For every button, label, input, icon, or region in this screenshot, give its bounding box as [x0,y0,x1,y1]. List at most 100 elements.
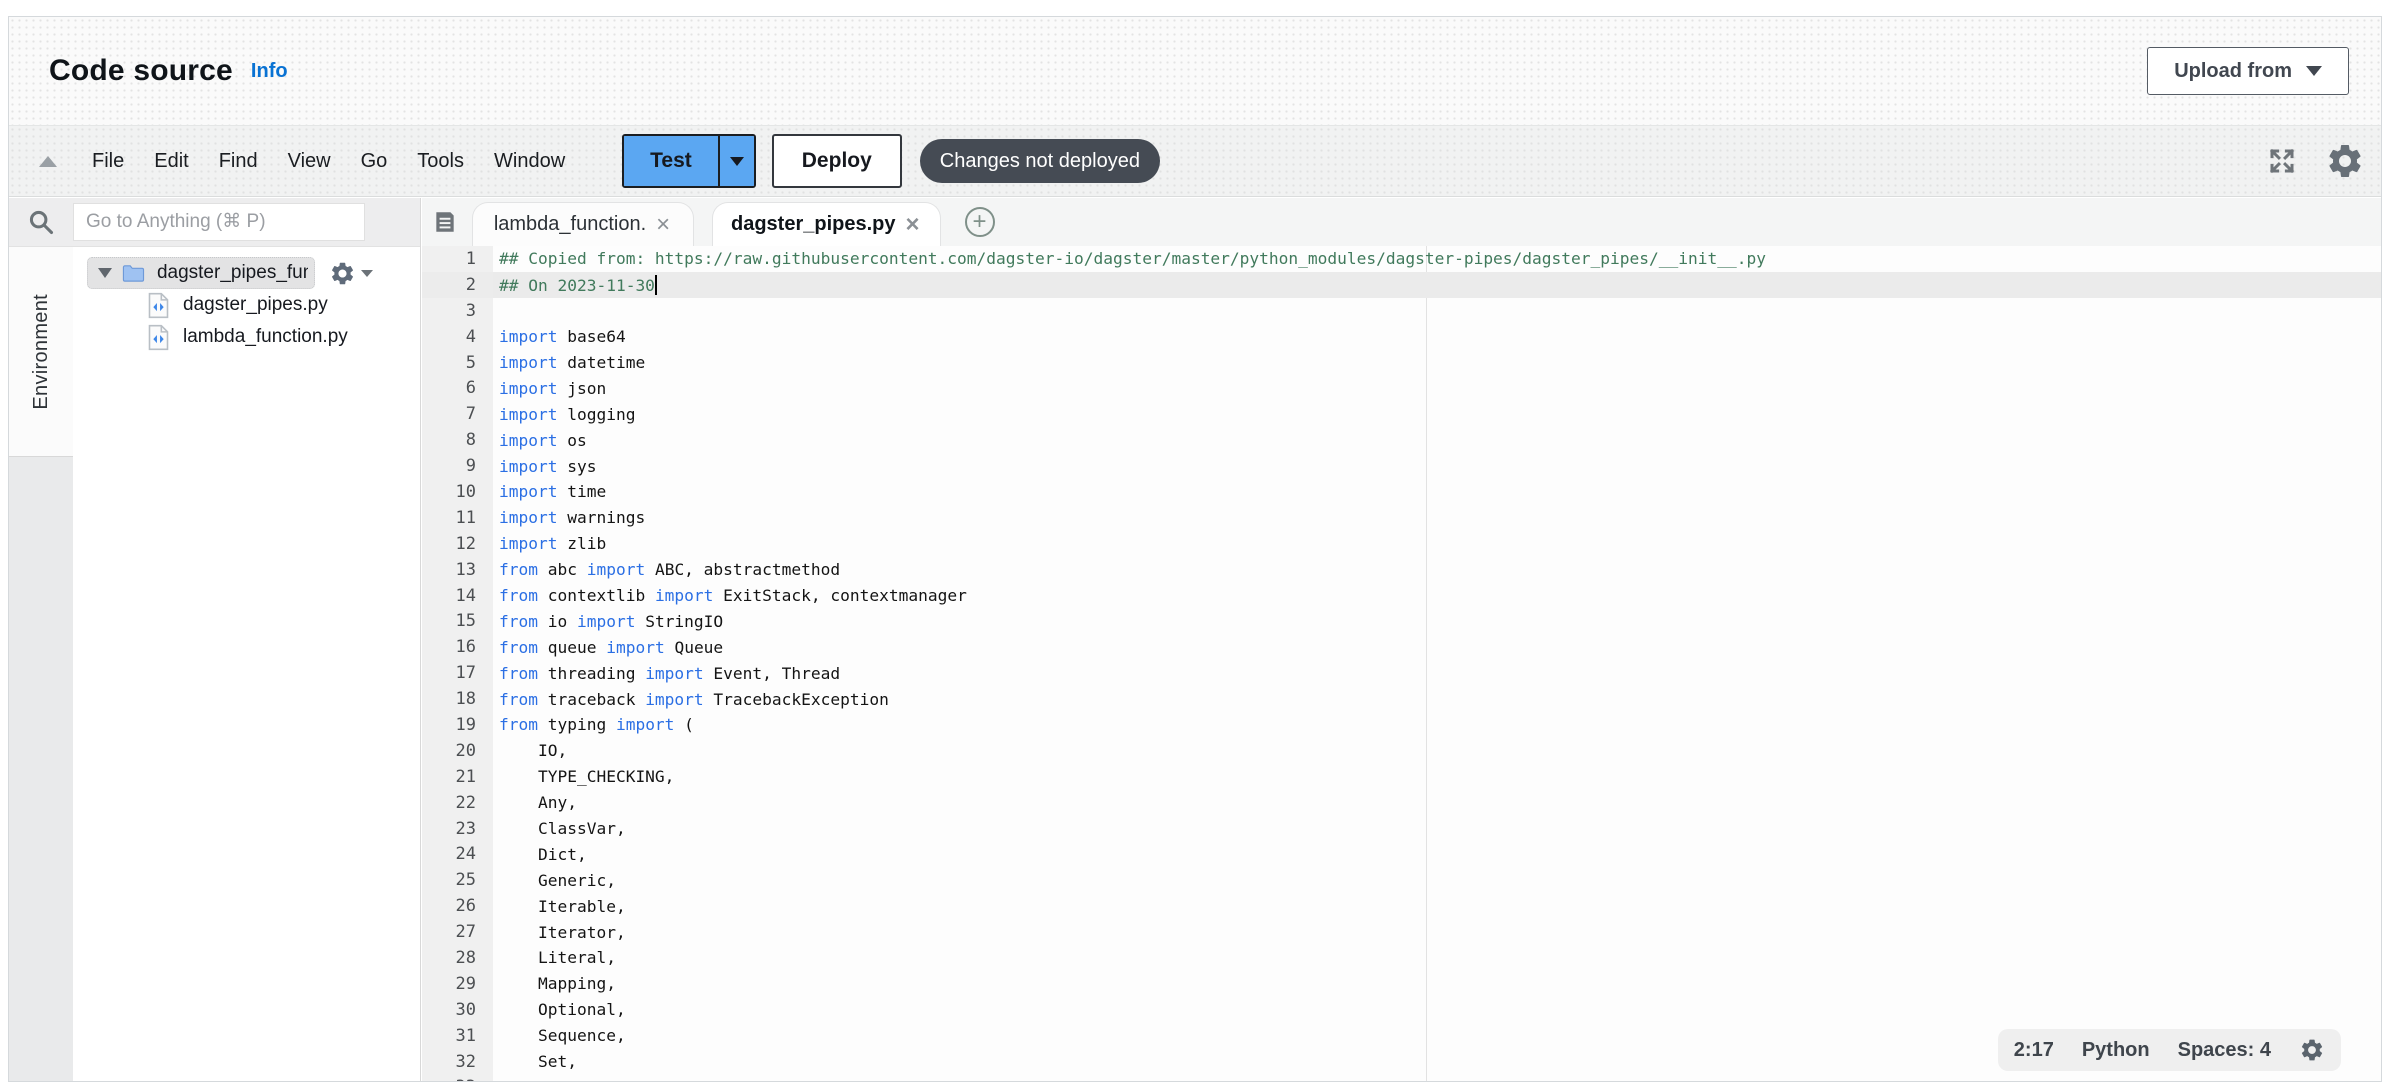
line-number: 1 [422,246,493,272]
code-line[interactable]: 25 Generic, [422,867,2381,893]
test-dropdown-button[interactable] [718,136,754,186]
chevron-down-icon [361,270,373,277]
code-text: Generic, [493,871,2381,890]
tab-lambda_function[interactable]: lambda_function.× [472,202,694,246]
code-line[interactable]: 21 TYPE_CHECKING, [422,764,2381,790]
line-number: 6 [422,375,493,401]
code-text: import base64 [493,327,2381,346]
code-line[interactable]: 28 Literal, [422,945,2381,971]
editor-status-bar: 2:17 Python Spaces: 4 [1998,1029,2341,1071]
code-line[interactable]: 22 Any, [422,790,2381,816]
code-line[interactable]: 3 [422,298,2381,324]
settings-gear-icon[interactable] [2325,141,2365,181]
menu-item-tools[interactable]: Tools [402,150,479,172]
code-line[interactable]: 5import datetime [422,350,2381,376]
code-line[interactable]: 1## Copied from: https://raw.githubuserc… [422,246,2381,272]
fullscreen-icon[interactable] [2267,146,2297,176]
code-line[interactable]: 24 Dict, [422,841,2381,867]
code-line[interactable]: 18from traceback import TracebackExcepti… [422,686,2381,712]
code-text: ClassVar, [493,819,2381,838]
cursor-position[interactable]: 2:17 [2014,1039,2054,1062]
info-link[interactable]: Info [251,60,288,83]
code-text: Literal, [493,948,2381,967]
code-line[interactable]: 20 IO, [422,738,2381,764]
line-number: 4 [422,324,493,350]
code-line[interactable]: 17from threading import Event, Thread [422,660,2381,686]
menu-item-window[interactable]: Window [479,150,580,172]
code-text: ## On 2023-11-30 [493,275,2381,295]
upload-from-button[interactable]: Upload from [2147,47,2349,95]
tree-folder-chip[interactable]: dagster_pipes_funct [87,257,315,289]
code-line[interactable]: 29 Mapping, [422,971,2381,997]
code-line[interactable]: 11import warnings [422,505,2381,531]
code-line[interactable]: 26 Iterable, [422,893,2381,919]
tree-file-lambda_function.py[interactable]: lambda_function.py [73,321,420,353]
code-text: import sys [493,457,2381,476]
language-mode[interactable]: Python [2082,1039,2150,1062]
collapse-menubar-icon[interactable] [39,156,57,167]
tree-file-dagster_pipes.py[interactable]: dagster_pipes.py [73,289,420,321]
code-line[interactable]: 6import json [422,375,2381,401]
editor-body: Environment dagster_pipes_funct [9,198,2381,1081]
line-number: 3 [422,298,493,324]
code-line[interactable]: 19from typing import ( [422,712,2381,738]
tab-environment[interactable]: Environment [9,247,73,457]
line-number: 23 [422,816,493,842]
tab-bar: lambda_function.× dagster_pipes.py× + [422,198,2381,246]
code-line[interactable]: 27 Iterator, [422,919,2381,945]
code-line[interactable]: 16from queue import Queue [422,634,2381,660]
line-number: 7 [422,401,493,427]
code-line[interactable]: 14from contextlib import ExitStack, cont… [422,583,2381,609]
status-badge: Changes not deployed [920,139,1160,183]
code-line[interactable]: 8import os [422,427,2381,453]
code-text: import json [493,379,2381,398]
code-line[interactable]: 10import time [422,479,2381,505]
tree-settings-control[interactable] [329,260,373,287]
test-split-button[interactable]: Test [622,134,756,188]
line-number: 2 [422,272,493,298]
new-tab-button[interactable]: + [965,207,995,237]
indentation-setting[interactable]: Spaces: 4 [2178,1039,2271,1062]
code-line[interactable]: 23 ClassVar, [422,816,2381,842]
tree-folder-row[interactable]: dagster_pipes_funct [73,257,420,289]
deploy-button[interactable]: Deploy [772,134,902,188]
code-text: from io import StringIO [493,612,2381,631]
code-editor[interactable]: 1## Copied from: https://raw.githubuserc… [422,246,2381,1081]
code-text: import datetime [493,353,2381,372]
line-number: 15 [422,608,493,634]
code-line[interactable]: 13from abc import ABC, abstractmethod [422,557,2381,583]
line-number: 11 [422,505,493,531]
menu-item-find[interactable]: Find [204,150,273,172]
code-text: from queue import Queue [493,638,2381,657]
code-text: Any, [493,793,2381,812]
line-number: 28 [422,945,493,971]
code-line[interactable]: 33 TextIO [422,1075,2381,1082]
code-text: Iterator, [493,923,2381,942]
sidebar-lower: Environment dagster_pipes_funct [9,247,420,1081]
line-number: 29 [422,971,493,997]
menu-item-go[interactable]: Go [346,150,403,172]
code-line[interactable]: 30 Optional, [422,997,2381,1023]
chevron-expand-icon[interactable] [98,268,112,278]
code-line[interactable]: 7import logging [422,401,2381,427]
menu-item-edit[interactable]: Edit [139,150,203,172]
close-icon[interactable]: × [904,213,922,237]
line-number: 17 [422,660,493,686]
test-button[interactable]: Test [624,136,718,186]
code-text: from contextlib import ExitStack, contex… [493,586,2381,605]
line-number: 13 [422,557,493,583]
code-line[interactable]: 2## On 2023-11-30 [422,272,2381,298]
goto-anything-input[interactable] [73,203,365,241]
code-line[interactable]: 12import zlib [422,531,2381,557]
editor-settings-gear-icon[interactable] [2299,1037,2325,1063]
line-number: 19 [422,712,493,738]
close-icon[interactable]: × [654,213,672,237]
code-line[interactable]: 15from io import StringIO [422,608,2381,634]
menu-item-file[interactable]: File [77,150,139,172]
code-line[interactable]: 4import base64 [422,324,2381,350]
menu-item-view[interactable]: View [273,150,346,172]
code-line[interactable]: 9import sys [422,453,2381,479]
line-number: 33 [422,1075,493,1082]
tab-dagster_pipes.py[interactable]: dagster_pipes.py× [712,202,941,246]
file-list-icon[interactable] [432,209,458,235]
